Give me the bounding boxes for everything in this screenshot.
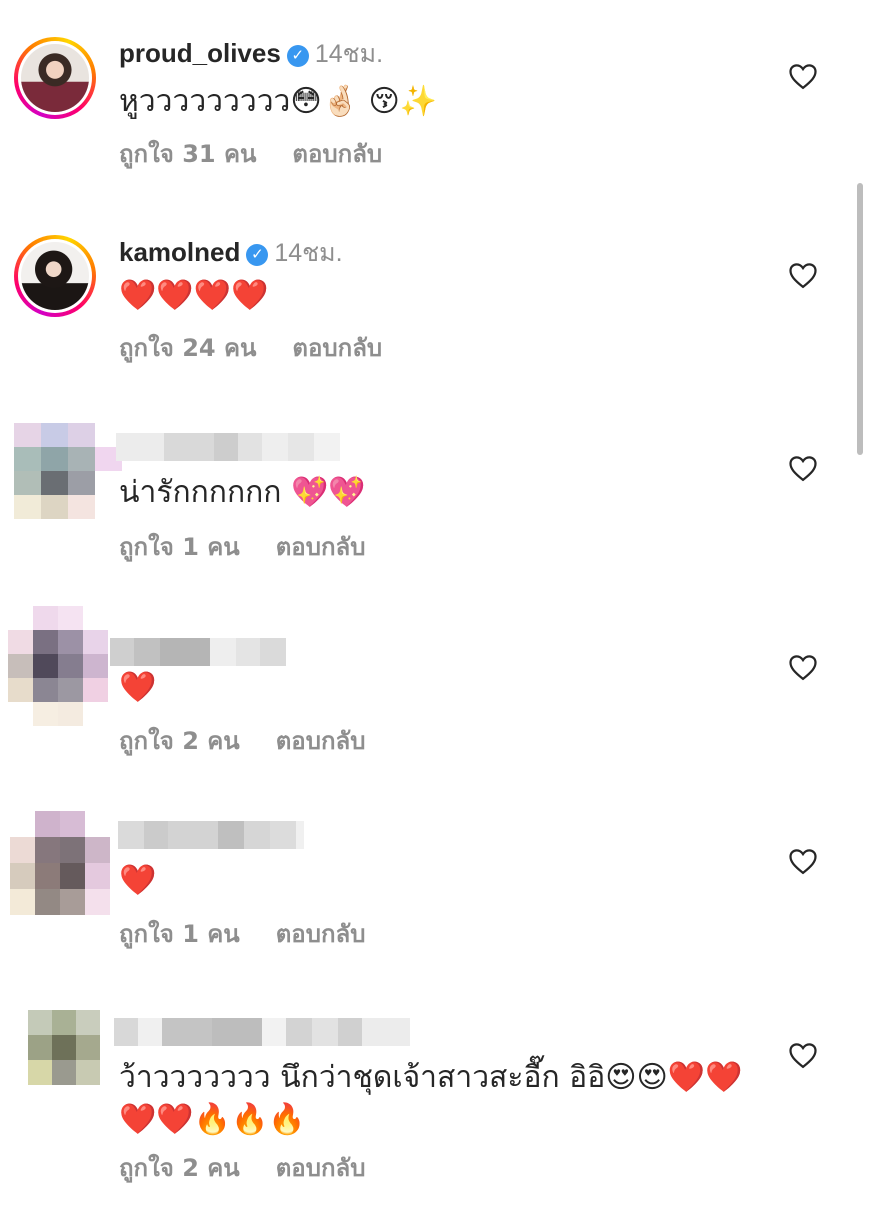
scrollbar[interactable] xyxy=(857,183,863,455)
heart-outline-icon[interactable] xyxy=(788,62,818,90)
username[interactable]: kamolned xyxy=(119,237,240,267)
reply-button[interactable]: ตอบกลับ xyxy=(292,140,382,168)
avatar-photo xyxy=(21,242,89,310)
avatar[interactable] xyxy=(14,235,96,317)
timestamp: 14ชม. xyxy=(274,239,343,267)
heart-outline-icon[interactable] xyxy=(788,1041,818,1069)
username[interactable]: proud_olives xyxy=(119,38,281,68)
comment-header: proud_olives ✓ 14ชม. xyxy=(119,38,383,69)
comment-meta: ถูกใจ 2 คน ตอบกลับ xyxy=(119,1153,365,1183)
avatar[interactable] xyxy=(14,423,122,519)
username-redacted xyxy=(116,433,340,461)
username-redacted xyxy=(114,1018,410,1046)
likes-count[interactable]: ถูกใจ 2 คน xyxy=(119,1154,240,1182)
avatar[interactable] xyxy=(8,606,108,726)
comment-text: น่ารักกกกกก 💖💖 xyxy=(119,475,366,510)
comment-item: ว้าววววววว นึกว่าชุดเจ้าสาวสะอื๊ก อิอิ😍😍… xyxy=(0,990,870,1231)
comment-meta: ถูกใจ 31 คน ตอบกลับ xyxy=(119,139,382,169)
likes-count[interactable]: ถูกใจ 31 คน xyxy=(119,140,256,168)
heart-outline-icon[interactable] xyxy=(788,653,818,681)
comment-item: kamolned ✓ 14ชม. ❤️❤️❤️❤️ ถูกใจ 24 คน ตอบกล… xyxy=(0,200,870,400)
avatar-photo xyxy=(21,44,89,112)
timestamp: 14ชม. xyxy=(314,40,384,68)
comment-text-line-2: ❤️❤️🔥🔥🔥 xyxy=(119,1102,306,1137)
verified-badge-icon: ✓ xyxy=(286,45,309,67)
heart-outline-icon[interactable] xyxy=(788,454,818,482)
likes-count[interactable]: ถูกใจ 1 คน xyxy=(119,533,240,561)
comment-item: น่ารักกกกกก 💖💖 ถูกใจ 1 คน ตอบกลับ xyxy=(0,400,870,600)
comment-meta: ถูกใจ 2 คน ตอบกลับ xyxy=(119,726,365,756)
likes-count[interactable]: ถูกใจ 2 คน xyxy=(119,727,240,755)
likes-count[interactable]: ถูกใจ 1 คน xyxy=(119,920,240,948)
comment-text: ❤️❤️❤️❤️ xyxy=(119,278,269,313)
comment-item: proud_olives ✓ 14ชม. หูววววววววว😳🤞🏻 😚✨ ถูก… xyxy=(0,0,870,200)
username-redacted xyxy=(118,821,304,849)
comment-text: ว้าววววววว นึกว่าชุดเจ้าสาวสะอื๊ก อิอิ😍😍… xyxy=(119,1060,743,1095)
comment-item: ❤️ ถูกใจ 2 คน ตอบกลับ xyxy=(0,600,870,795)
reply-button[interactable]: ตอบกลับ xyxy=(276,533,366,561)
comment-text: หูววววววววว😳🤞🏻 😚✨ xyxy=(119,84,438,119)
comment-header: kamolned ✓ 14ชม. xyxy=(119,237,343,268)
heart-outline-icon[interactable] xyxy=(788,261,818,289)
comment-text: ❤️ xyxy=(119,670,157,705)
username-redacted xyxy=(110,638,286,666)
verified-badge-icon: ✓ xyxy=(246,244,269,266)
avatar[interactable] xyxy=(10,811,110,915)
reply-button[interactable]: ตอบกลับ xyxy=(292,334,382,362)
likes-count[interactable]: ถูกใจ 24 คน xyxy=(119,334,256,362)
reply-button[interactable]: ตอบกลับ xyxy=(276,920,366,948)
comment-meta: ถูกใจ 1 คน ตอบกลับ xyxy=(119,532,365,562)
reply-button[interactable]: ตอบกลับ xyxy=(276,1154,366,1182)
comment-item: ❤️ ถูกใจ 1 คน ตอบกลับ xyxy=(0,795,870,990)
comment-meta: ถูกใจ 1 คน ตอบกลับ xyxy=(119,919,365,949)
heart-outline-icon[interactable] xyxy=(788,847,818,875)
reply-button[interactable]: ตอบกลับ xyxy=(276,727,366,755)
avatar[interactable] xyxy=(28,1010,100,1085)
comment-text: ❤️ xyxy=(119,863,157,898)
comment-meta: ถูกใจ 24 คน ตอบกลับ xyxy=(119,333,382,363)
avatar[interactable] xyxy=(14,37,96,119)
